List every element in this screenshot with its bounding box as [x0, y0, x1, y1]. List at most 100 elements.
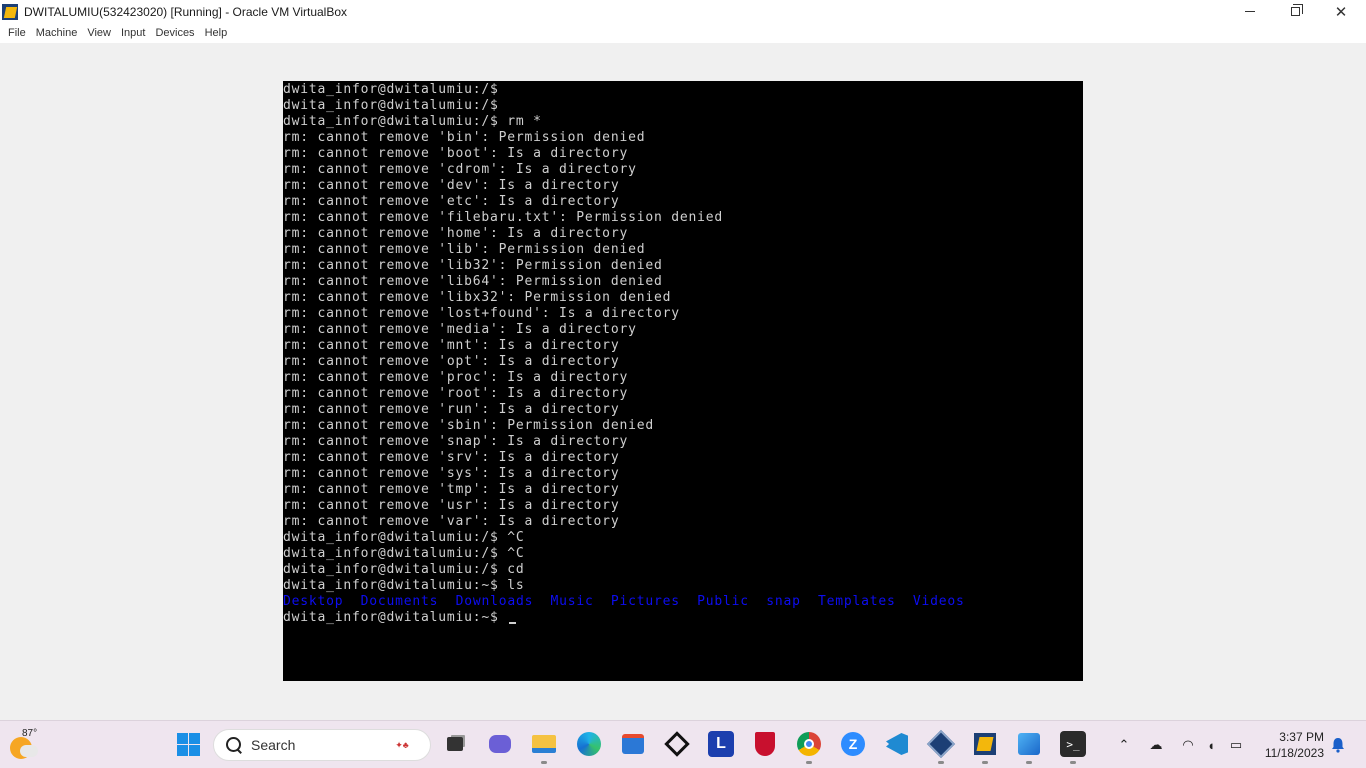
running-indicator: [806, 761, 812, 764]
menu-view[interactable]: View: [82, 23, 116, 43]
terminal-line: rm: cannot remove 'sys': Is a directory: [283, 466, 620, 481]
battery-icon[interactable]: ▭: [1227, 736, 1245, 754]
vscode-icon[interactable]: [884, 731, 910, 757]
terminal-line: rm: cannot remove 'boot': Is a directory: [283, 146, 629, 161]
terminal-cursor: [509, 622, 517, 624]
clock-time[interactable]: 3:37 PM: [1266, 730, 1324, 744]
terminal-line: rm: cannot remove 'filebaru.txt': Permis…: [283, 210, 723, 225]
terminal-line: rm: cannot remove 'cdrom': Is a director…: [283, 162, 637, 177]
clock-date[interactable]: 11/18/2023: [1256, 746, 1324, 760]
terminal-line: rm: cannot remove 'media': Is a director…: [283, 322, 637, 337]
ls-output-line: Desktop Documents Downloads Music Pictur…: [283, 594, 1083, 610]
menu-machine[interactable]: Machine: [31, 23, 83, 43]
mcafee-icon[interactable]: [752, 731, 778, 757]
taskbar: 87° Search ✦♣ L Z >_ ⌃ ☁ ◠ ◖ ▭ 3:37 PM 1…: [0, 720, 1366, 768]
terminal-icon[interactable]: >_: [1060, 731, 1086, 757]
title-bar: DWITALUMIU(532423020) [Running] - Oracle…: [0, 0, 1366, 23]
terminal-line: rm: cannot remove 'lib64': Permission de…: [283, 274, 663, 289]
search-highlight-icon: ✦♣: [395, 739, 409, 750]
terminal-line: rm: cannot remove 'usr': Is a directory: [283, 498, 620, 513]
running-indicator: [541, 761, 547, 764]
terminal-line: rm: cannot remove 'etc': Is a directory: [283, 194, 620, 209]
volume-icon[interactable]: ◖: [1202, 736, 1220, 754]
l-app-icon[interactable]: L: [708, 731, 734, 757]
terminal-line: rm: cannot remove 'lib': Permission deni…: [283, 242, 646, 257]
terminal-line: rm: cannot remove 'lost+found': Is a dir…: [283, 306, 680, 321]
terminal-line: rm: cannot remove 'run': Is a directory: [283, 402, 620, 417]
running-indicator: [982, 761, 988, 764]
terminal-line: dwita_infor@dwitalumiu:/$: [283, 82, 499, 97]
virtualbox-app-icon: [2, 3, 20, 20]
restore-button[interactable]: [1272, 0, 1318, 23]
close-icon: ✕: [1334, 3, 1348, 21]
zoom-icon[interactable]: Z: [840, 731, 866, 757]
photos-icon[interactable]: [1016, 731, 1042, 757]
ls-entry: Desktop: [283, 594, 344, 609]
terminal-line: rm: cannot remove 'srv': Is a directory: [283, 450, 620, 465]
terminal-line: dwita_infor@dwitalumiu:/$ cd: [283, 562, 525, 577]
terminal-line: rm: cannot remove 'sbin': Permission den…: [283, 418, 654, 433]
terminal-line: rm: cannot remove 'bin': Permission deni…: [283, 130, 646, 145]
ls-entry: Public: [697, 594, 749, 609]
terminal-line: rm: cannot remove 'var': Is a directory: [283, 514, 620, 529]
vm-terminal[interactable]: dwita_infor@dwitalumiu:/$ dwita_infor@dwi…: [283, 81, 1083, 681]
ls-entry: Templates: [817, 594, 896, 609]
terminal-prompt-line[interactable]: dwita_infor@dwitalumiu:~$: [283, 610, 1083, 626]
chat-icon[interactable]: [487, 731, 513, 757]
terminal-line: rm: cannot remove 'opt': Is a directory: [283, 354, 620, 369]
terminal-output: dwita_infor@dwitalumiu:/$ dwita_infor@dwi…: [283, 82, 1083, 594]
store-icon[interactable]: [620, 731, 646, 757]
terminal-prompt: dwita_infor@dwitalumiu:~$: [283, 610, 508, 625]
terminal-line: dwita_infor@dwitalumiu:/$ ^C: [283, 530, 525, 545]
ls-entry: Downloads: [455, 594, 534, 609]
chrome-icon[interactable]: [796, 731, 822, 757]
terminal-line: rm: cannot remove 'home': Is a directory: [283, 226, 629, 241]
weather-temperature: 87°: [22, 728, 38, 739]
ls-entry: Videos: [912, 594, 965, 609]
wifi-icon[interactable]: ◠: [1179, 736, 1197, 754]
terminal-line: rm: cannot remove 'proc': Is a directory: [283, 370, 629, 385]
taskbar-search[interactable]: Search ✦♣: [213, 729, 431, 761]
minimize-button[interactable]: [1227, 0, 1273, 23]
onedrive-icon[interactable]: ☁: [1147, 736, 1165, 754]
menu-input[interactable]: Input: [116, 23, 150, 43]
search-icon: [226, 737, 242, 753]
edge-icon[interactable]: [576, 731, 602, 757]
terminal-line: rm: cannot remove 'dev': Is a directory: [283, 178, 620, 193]
terminal-line: dwita_infor@dwitalumiu:/$ ^C: [283, 546, 525, 561]
menu-help[interactable]: Help: [200, 23, 233, 43]
weather-widget[interactable]: 87°: [8, 727, 42, 763]
terminal-line: rm: cannot remove 'libx32': Permission d…: [283, 290, 672, 305]
close-button[interactable]: ✕: [1318, 0, 1364, 23]
ls-entry: Music: [550, 594, 594, 609]
terminal-line: dwita_infor@dwitalumiu:/$ rm *: [283, 114, 542, 129]
terminal-line: rm: cannot remove 'lib32': Permission de…: [283, 258, 663, 273]
ls-entry: Pictures: [610, 594, 680, 609]
running-indicator: [1026, 761, 1032, 764]
file-explorer-icon[interactable]: [531, 731, 557, 757]
menu-file[interactable]: File: [3, 23, 31, 43]
app-icon[interactable]: [972, 731, 998, 757]
cloud-icon: [20, 745, 38, 757]
terminal-line: rm: cannot remove 'root': Is a directory: [283, 386, 629, 401]
running-indicator: [938, 761, 944, 764]
terminal-line: dwita_infor@dwitalumiu:/$: [283, 98, 499, 113]
terminal-line: dwita_infor@dwitalumiu:~$ ls: [283, 578, 525, 593]
terminal-line: rm: cannot remove 'mnt': Is a directory: [283, 338, 620, 353]
start-icon[interactable]: [175, 731, 201, 757]
ls-entry: snap: [766, 594, 801, 609]
terminal-line: rm: cannot remove 'snap': Is a directory: [283, 434, 629, 449]
dropbox-icon[interactable]: [664, 731, 690, 757]
virtualbox-icon[interactable]: [926, 729, 956, 759]
chevron-up-icon[interactable]: ⌃: [1115, 736, 1133, 754]
notification-bell-icon[interactable]: [1331, 737, 1345, 753]
menu-bar: File Machine View Input Devices Help: [0, 23, 1366, 43]
menu-devices[interactable]: Devices: [150, 23, 199, 43]
task-view-icon[interactable]: [442, 731, 468, 757]
running-indicator: [1070, 761, 1076, 764]
window-title: DWITALUMIU(532423020) [Running] - Oracle…: [24, 4, 348, 19]
restore-icon: [1290, 4, 1303, 16]
ls-entry: Documents: [360, 594, 439, 609]
terminal-line: rm: cannot remove 'tmp': Is a directory: [283, 482, 620, 497]
minimize-icon: [1245, 11, 1255, 12]
